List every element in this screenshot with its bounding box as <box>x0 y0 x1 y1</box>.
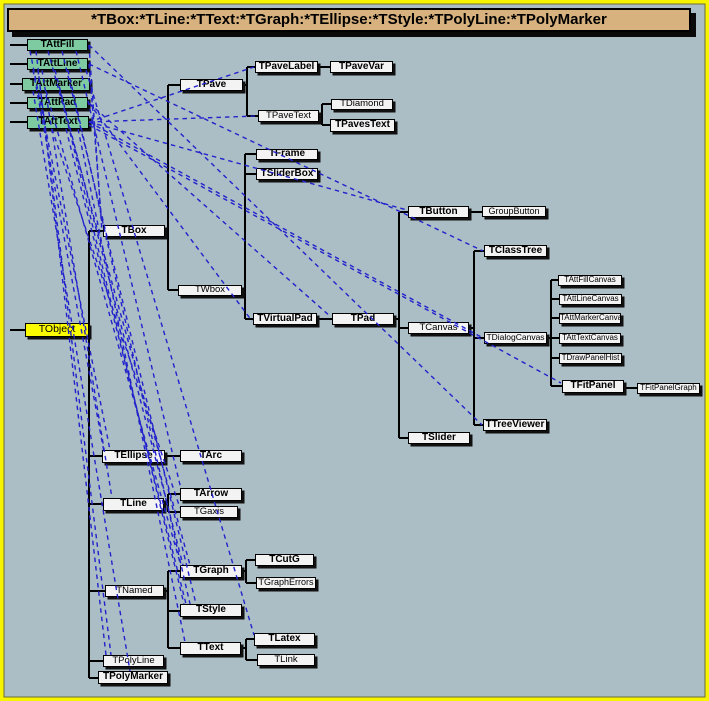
diagram-title-pave[interactable]: *TBox:*TLine:*TText:*TGraph:*TEllipse:*T… <box>7 8 691 32</box>
reference-dashed-line <box>89 103 331 317</box>
reference-dashed-line <box>60 91 184 604</box>
reference-dashed-line <box>76 51 181 489</box>
reference-dashed-line <box>89 103 252 321</box>
reference-dashed-line <box>33 91 130 671</box>
reference-dashed-line <box>38 70 111 655</box>
class-tree-canvas: TAttFillTAttLineTAttMarkerTAttPadTAttTex… <box>0 0 709 701</box>
reference-dashed-line <box>89 45 482 425</box>
multiple-inheritance-dashed-lines <box>0 0 709 701</box>
reference-dashed-line <box>89 116 257 122</box>
reference-dashed-line <box>89 64 483 251</box>
reference-dashed-line <box>62 51 196 604</box>
reference-dashed-line <box>89 125 561 383</box>
reference-dashed-line <box>42 70 112 498</box>
reference-dashed-line <box>86 70 254 635</box>
